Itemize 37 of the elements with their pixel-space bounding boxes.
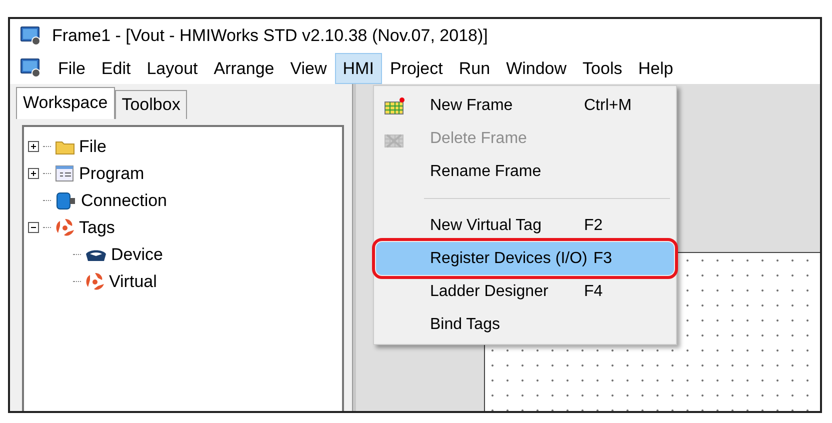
menu-command[interactable]: Ladder Designer F4	[376, 275, 674, 308]
tree-item[interactable]: Connection	[81, 190, 168, 210]
expand-icon[interactable]	[28, 168, 39, 179]
menu-item[interactable]: Project	[382, 52, 451, 84]
tree-item[interactable]: Tags	[79, 218, 115, 238]
panel-tab[interactable]: Toolbox	[114, 90, 188, 119]
grid-icon	[384, 96, 406, 114]
tree-item[interactable]: Device	[111, 244, 163, 264]
tree-item[interactable]: File	[79, 136, 106, 156]
menu-command[interactable]: Bind Tags	[376, 308, 674, 341]
menu-command[interactable]: Register Devices (I/O) F3	[376, 242, 674, 275]
menu-item[interactable]: Window	[498, 52, 575, 84]
menu-item[interactable]: Run	[450, 52, 498, 84]
collapse-icon[interactable]	[28, 222, 39, 233]
menu-command[interactable]: Rename Frame	[376, 155, 674, 188]
folder-icon	[55, 138, 75, 154]
window-title: Frame1 - [Vout - HMIWorks STD v2.10.38 (Nov.07, 2018)]	[52, 26, 488, 46]
menu-item[interactable]: Arrange	[206, 52, 282, 84]
menu-item[interactable]: Help	[630, 52, 682, 84]
menu-item[interactable]: HMI	[334, 52, 382, 84]
menu-item[interactable]: Edit	[93, 52, 139, 84]
menu-command[interactable]: New Frame Ctrl+M	[376, 89, 674, 122]
tree-item[interactable]: Virtual	[109, 272, 157, 292]
tree-item[interactable]: Program	[79, 164, 144, 184]
menu-command[interactable]: New Virtual Tag F2	[376, 209, 674, 242]
connector-icon	[55, 192, 77, 210]
menu-item[interactable]: Tools	[574, 52, 630, 84]
swirl-icon	[55, 218, 75, 238]
menu-item[interactable]: View	[282, 52, 335, 84]
app-icon	[20, 26, 42, 46]
menu-item[interactable]: Layout	[138, 52, 206, 84]
window-icon	[55, 164, 75, 182]
panel-tab[interactable]: Workspace	[16, 87, 115, 119]
swirl-icon	[85, 272, 105, 292]
app-icon	[20, 58, 42, 78]
menu-item[interactable]: File	[50, 52, 94, 84]
expand-icon[interactable]	[28, 141, 39, 152]
